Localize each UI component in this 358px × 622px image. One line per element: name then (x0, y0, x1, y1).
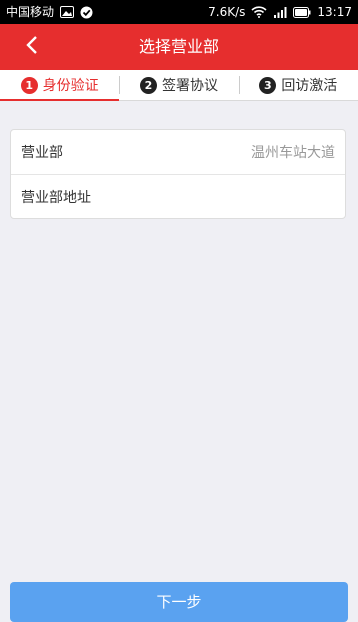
branch-address-row: 营业部地址 (11, 174, 345, 219)
signal-icon (273, 6, 287, 18)
branch-label: 营业部 (21, 145, 63, 161)
branch-address-label: 营业部地址 (21, 190, 91, 206)
step-label: 签署协议 (161, 78, 218, 94)
check-circle-icon (80, 6, 93, 19)
branch-value: 温州车站大道 (251, 145, 335, 161)
step-identity-verification: 1 身份验证 (0, 70, 120, 101)
step-indicator: 1 身份验证 2 签署协议 3 回访激活 (0, 70, 358, 101)
branch-select-row[interactable]: 营业部 温州车站大道 (11, 130, 345, 174)
next-step-button[interactable]: 下一步 (10, 582, 348, 622)
status-bar-left: 中国移动 (6, 0, 93, 24)
step-callback-activation: 3 回访激活 (238, 70, 358, 100)
step-label: 回访激活 (281, 78, 338, 94)
carrier-label: 中国移动 (6, 5, 55, 19)
step-number: 3 (259, 76, 277, 94)
battery-icon (293, 6, 311, 18)
status-bar-right: 7.6K/s 13:17 (208, 0, 352, 24)
nav-bar: 选择营业部 (0, 24, 358, 70)
image-icon (60, 6, 75, 18)
step-number: 1 (20, 76, 38, 94)
branch-form-card: 营业部 温州车站大道 营业部地址 (10, 129, 346, 219)
network-speed: 7.6K/s (208, 5, 246, 19)
step-sign-agreement: 2 签署协议 (119, 70, 238, 100)
clock: 13:17 (317, 5, 352, 19)
step-number: 2 (139, 76, 157, 94)
step-label: 身份验证 (42, 78, 99, 94)
wifi-icon (251, 6, 267, 18)
status-bar: 中国移动 7.6K/s 13:17 (0, 0, 358, 24)
page-title: 选择营业部 (138, 37, 219, 56)
